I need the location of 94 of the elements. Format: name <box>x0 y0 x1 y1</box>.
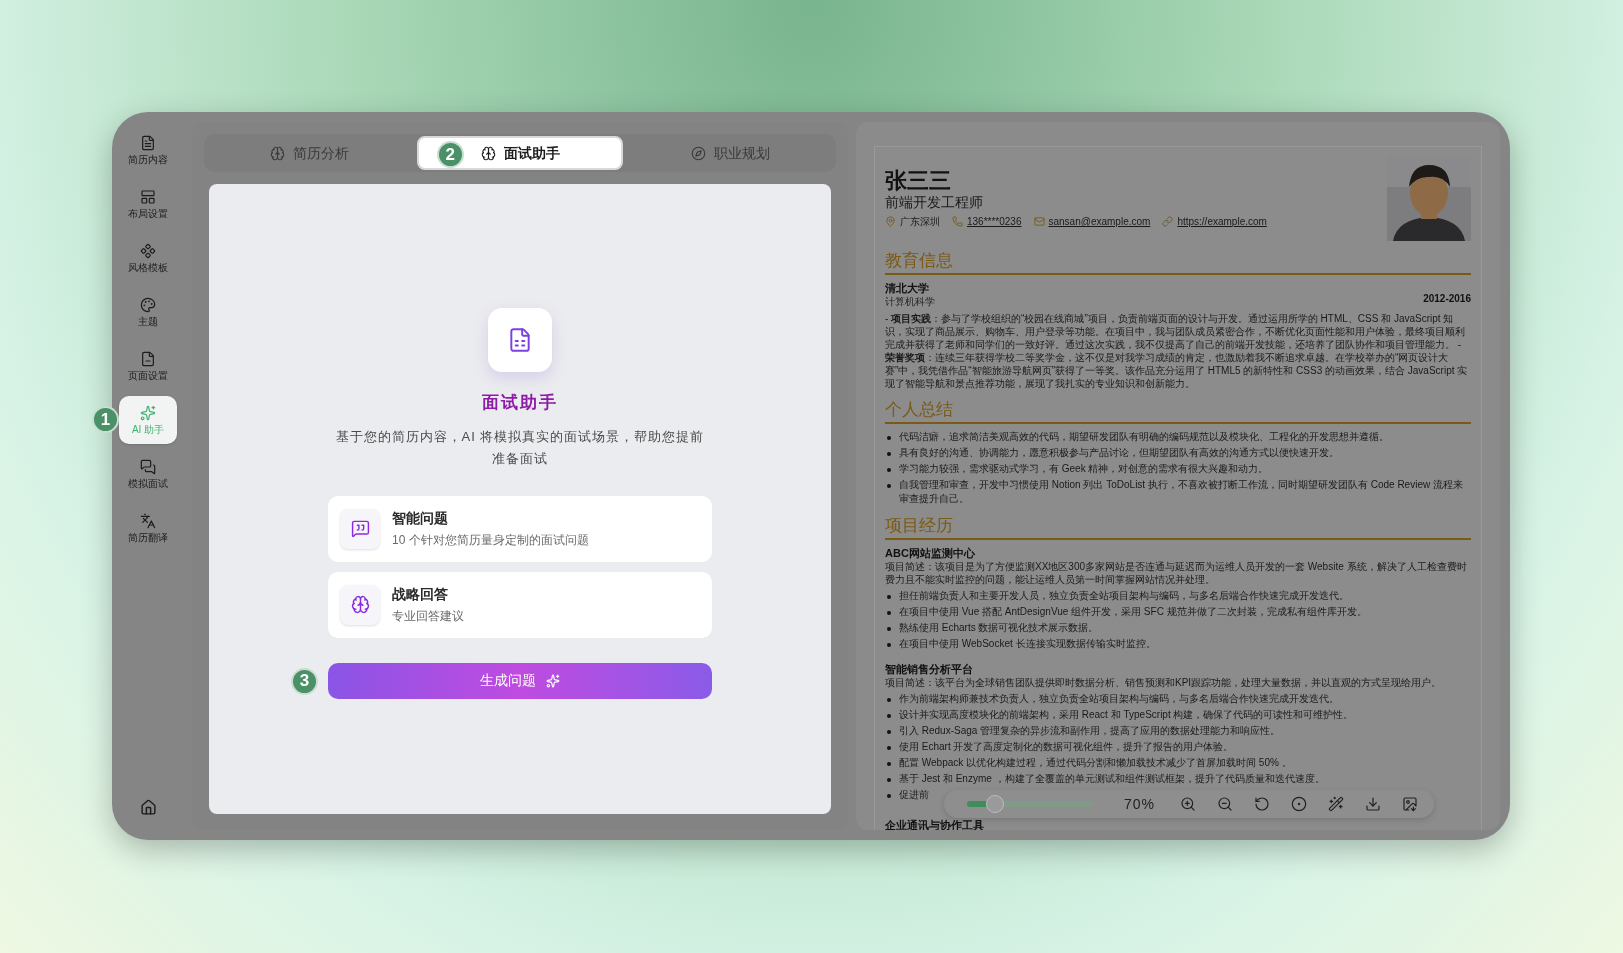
bullet-icon <box>887 714 891 718</box>
compass-icon <box>691 145 707 161</box>
mail-icon <box>1033 216 1045 227</box>
bullet-icon <box>887 643 891 647</box>
pin-icon <box>885 216 896 227</box>
project-description: 项目简述：该平台为全球销售团队提供即时数据分析、销售预测和KPI跟踪功能，处理大量数据，并以直观的方式呈现给用户。 <box>885 676 1443 689</box>
bullet-icon <box>887 468 891 472</box>
bullet-text: 担任前端负责人和主要开发人员，独立负责全站项目架构与编码，与多名后端合作快速完成开发迭代。 <box>899 589 1349 603</box>
bullet-text: 基于 Jest 和 Enzyme ，构建了全覆盖的单元测试和组件测试框架，提升了代码质量和迭代速度。 <box>899 772 1325 786</box>
bullet-icon <box>887 698 891 702</box>
diamonds-icon <box>140 243 156 259</box>
palette-icon <box>140 297 156 313</box>
feature-title: 战略回答 <box>392 585 449 604</box>
feature-subtitle: 专业回答建议 <box>392 608 464 625</box>
assistant-description: 基于您的简历内容，AI 将模拟真实的面试场景，帮助您提前准备面试 <box>334 427 706 468</box>
bullet-text: 配置 Webpack 以优化构建过程，通过代码分割和懒加载技术减少了首屏加载时间 50% 。 <box>899 756 1292 770</box>
sparkles-icon <box>546 673 560 688</box>
step-badge: 1 <box>92 406 119 433</box>
contact-link[interactable]: https://example.com <box>1177 214 1267 229</box>
magic-wand-icon[interactable] <box>1328 796 1344 812</box>
contact-link[interactable]: sansan@example.com <box>1048 214 1151 229</box>
section-heading: 教育信息 <box>885 250 1471 275</box>
bullet-icon <box>887 627 891 631</box>
sidebar-item[interactable]: 简历内容 <box>119 126 177 174</box>
tab[interactable]: 职业规划 <box>627 136 834 170</box>
bullet-icon <box>887 452 891 456</box>
sidebar-item[interactable]: 布局设置 <box>119 180 177 228</box>
bullet-text: 在项目中使用 Vue 搭配 AntDesignVue 组件开发，采用 SFC 规范并做了二次封装，完成私有组件库开发。 <box>899 605 1367 619</box>
document-icon <box>140 135 156 151</box>
bullet-icon <box>887 778 891 782</box>
layout-icon <box>140 189 156 205</box>
bullet-text: 学习能力较强，需求驱动式学习，有 Geek 精神，对创意的需求有很大兴趣和动力。 <box>899 462 1269 476</box>
sidebar-item[interactable]: 页面设置 <box>119 342 177 390</box>
image-export-icon[interactable] <box>1402 796 1418 812</box>
tab[interactable]: 简历分析 <box>206 136 413 170</box>
zoom-out-icon[interactable] <box>1217 796 1233 812</box>
resume-name: 张三三 <box>885 169 952 193</box>
bullet-text: 熟练使用 Echarts 数据可视化技术展示数据。 <box>899 621 1099 635</box>
section-heading: 个人总结 <box>885 399 1471 424</box>
bullet-text: 具有良好的沟通、协调能力，愿意积极参与产品讨论，但期望团队有高效的沟通方式以便快速开发。 <box>899 446 1339 460</box>
zoom-in-icon[interactable] <box>1180 796 1196 812</box>
education-paragraph: - 项目实践：参与了学校组织的“校园在线商城”项目，负责前端页面的设计与开发。通过运用所学的 HTML、CSS 和 JavaScript 知识，实现了商品展示、购物车、用户登录等功能。在项目中，我与团队成员紧密合作，不断优化页面性能和用户体验，最终项目顺利完成并获得了老师和同学们的一致好评。通过这次实践，我不仅提高了自己的前端开发技能，还培养了团队协作和项目管理能力。 - 荣誉奖项：连续三年获得学校二等奖学金，这不仅是对我学习成绩的肯定，也激励着我不断追求卓越。在学校举办的“网页设计大赛”中，我凭借作品“智能旅游导航网页”获得了一等奖。该作品充分运用了 HTML5 的新特性和 CSS3 的动画效果，结合 JavaScript 实现了智能导航和景点推荐功能，展现了我扎实的专业知识和创新能力。 <box>885 312 1469 390</box>
bullet-text: 在项目中使用 WebSocket 长连接实现数据传输实时监控。 <box>899 637 1156 651</box>
contact-text: 广东深圳 <box>900 215 940 229</box>
download-icon[interactable] <box>1365 796 1381 812</box>
step-badge: 3 <box>291 667 318 695</box>
contact-link[interactable]: 136****0236 <box>967 214 1022 229</box>
page-icon <box>140 351 156 367</box>
project-name: ABC网站监测中心 <box>885 546 976 560</box>
center-icon[interactable] <box>1291 796 1307 812</box>
sidebar-item[interactable]: AI 助手 <box>119 396 177 444</box>
quote-bubble-icon <box>350 519 370 538</box>
sidebar-item[interactable]: 模拟面试 <box>119 450 177 498</box>
sidebar-item[interactable]: 简历翻译 <box>119 504 177 552</box>
bullet-text: 代码洁癖，追求简洁美观高效的代码，期望研发团队有明确的编码规范以及模块化、工程化的开发思想并遵循。 <box>899 430 1389 444</box>
feature-subtitle: 10 个针对您简历量身定制的面试问题 <box>392 532 589 549</box>
rotate-icon[interactable] <box>1254 796 1270 812</box>
bullet-text: 促进前 <box>899 788 929 802</box>
sidebar-item[interactable]: 主题 <box>119 288 177 336</box>
phone-icon <box>952 216 963 227</box>
bullet-text: 作为前端架构师兼技术负责人，独立负责全站项目架构与编码，与多名后端合作快速完成开发迭代。 <box>899 692 1339 706</box>
zoom-reading: 70% <box>1124 794 1157 814</box>
feature-title: 智能问题 <box>392 509 449 528</box>
home-icon[interactable] <box>139 799 157 816</box>
sidebar-item[interactable]: 风格模板 <box>119 234 177 282</box>
bullet-icon <box>887 484 891 488</box>
bullet-text: 使用 Echart 开发了高度定制化的数据可视化组件，提升了报告的用户体验。 <box>899 740 1234 754</box>
sparkles-icon <box>140 405 156 421</box>
bullet-text: 引入 Redux-Saga 管理复杂的异步流和副作用，提高了应用的数据处理能力和响应性。 <box>899 724 1281 738</box>
link-icon <box>1162 216 1174 227</box>
project-description: 项目简述：该项目是为了方便监测XX地区300多家网站是否连通与延迟而为运维人员开发的一套 Website 系统，解决了人工检查费时费力且不能实时监控的问题，能让运维人员第一时间掌握网站情况并处理。 <box>885 560 1468 586</box>
translate-icon <box>140 513 156 529</box>
brain-icon <box>480 145 496 161</box>
bullet-text: 自我管理和审查，开发中习惯使用 Notion 列出 ToDoList 执行，不喜欢被打断工作流，同时期望研发团队有 Code Review 流程来审查提升自己。 <box>899 478 1464 506</box>
major-text: 计算机科学 <box>885 295 935 308</box>
bullet-icon <box>887 595 891 599</box>
bullet-icon <box>887 611 891 615</box>
project-name: 智能销售分析平台 <box>885 662 974 676</box>
brain-icon <box>269 145 285 161</box>
section-heading: 项目经历 <box>885 515 1471 540</box>
generate-button[interactable]: 生成问题 <box>328 662 712 699</box>
bullet-text: 设计并实现高度模块化的前端架构，采用 React 和 TypeScript 构建，确保了代码的可读性和可维护性。 <box>899 708 1354 722</box>
assistant-title: 面试助手 <box>482 392 558 414</box>
brain-icon <box>350 595 370 614</box>
chat-icon <box>140 459 156 475</box>
bullet-icon <box>887 436 891 440</box>
school-name: 清北大学 <box>885 281 930 295</box>
slider-thumb[interactable] <box>985 795 1004 813</box>
period-text: 2012-2016 <box>1423 292 1471 306</box>
job-title: 前端开发工程师 <box>885 193 984 211</box>
bullet-icon <box>887 762 891 766</box>
bullet-icon <box>887 746 891 750</box>
bullet-icon <box>887 794 891 798</box>
bullet-icon <box>887 730 891 734</box>
